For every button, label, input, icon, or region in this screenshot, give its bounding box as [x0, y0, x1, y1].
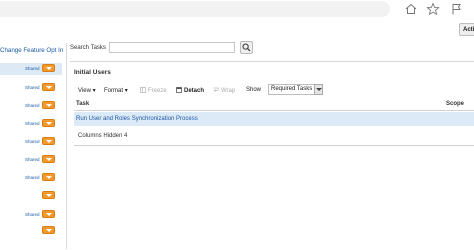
edit-dropdown-button[interactable] [42, 137, 55, 145]
address-bar[interactable] [0, 1, 390, 17]
divider [74, 145, 474, 146]
wrap-button[interactable]: Wrap [213, 87, 235, 94]
view-menu-label: View [78, 88, 91, 94]
feature-row[interactable] [0, 190, 62, 202]
edit-dropdown-button[interactable] [42, 155, 55, 163]
feature-row[interactable]: Shared [0, 100, 62, 112]
region-title: Initial Users [74, 69, 111, 76]
freeze-button[interactable]: Freeze [140, 87, 167, 94]
column-header-scope[interactable]: Scope [446, 101, 464, 107]
edit-dropdown-button[interactable] [42, 226, 55, 234]
chevron-down-icon[interactable] [314, 84, 323, 95]
freeze-label: Freeze [148, 88, 167, 94]
table-row[interactable]: Run User and Roles Synchronization Proce… [74, 112, 474, 126]
table-header: Task Scope [74, 99, 474, 111]
shared-label: Shared [25, 121, 40, 126]
edit-dropdown-button[interactable] [42, 191, 55, 199]
detach-button[interactable]: Detach [176, 87, 204, 94]
shared-label: Shared [25, 157, 40, 162]
feature-row[interactable]: Shared [0, 209, 62, 221]
home-icon[interactable] [404, 2, 418, 16]
feature-row[interactable]: Shared [0, 118, 62, 130]
caret-down-icon: ▾ [92, 88, 96, 94]
shared-label: Shared [25, 175, 40, 180]
columns-hidden-status: Columns Hidden 4 [78, 133, 128, 139]
star-icon[interactable] [426, 2, 440, 16]
feature-row[interactable]: Shared [0, 136, 62, 148]
search-tasks-input[interactable] [109, 42, 235, 53]
shared-label: Shared [25, 103, 40, 108]
detach-icon [176, 87, 182, 93]
format-menu[interactable]: Format ▾ [104, 87, 128, 94]
flag-icon[interactable] [449, 2, 463, 16]
task-link[interactable]: Run User and Roles Synchronization Proce… [76, 116, 198, 122]
feature-opt-in-panel: Change Feature Opt In Shared Shared Shar… [0, 43, 67, 249]
detach-label: Detach [184, 88, 205, 94]
freeze-icon [140, 87, 146, 93]
wrap-label: Wrap [221, 88, 236, 94]
shared-label: Shared [25, 139, 40, 144]
caret-down-icon: ▾ [124, 88, 128, 94]
show-label: Show [246, 87, 262, 93]
shared-label: Shared [25, 66, 40, 71]
edit-dropdown-button[interactable] [42, 101, 55, 109]
edit-dropdown-button[interactable] [42, 64, 55, 72]
table-toolbar: View ▾ Format ▾ Freeze Detach Wrap Show … [74, 84, 470, 96]
initial-users-region: Initial Users View ▾ Format ▾ Freeze Det… [70, 61, 474, 250]
view-menu[interactable]: View ▾ [78, 87, 96, 94]
feature-row[interactable]: Shared [0, 63, 62, 75]
edit-dropdown-button[interactable] [42, 119, 55, 127]
format-menu-label: Format [104, 88, 124, 94]
edit-dropdown-button[interactable] [42, 83, 55, 91]
actions-button[interactable]: Acti [459, 23, 474, 36]
search-button[interactable] [240, 41, 253, 54]
wrap-icon [213, 87, 219, 93]
feature-row[interactable]: Shared [0, 154, 62, 166]
feature-row[interactable]: Shared [0, 82, 62, 94]
search-tasks-label: Search Tasks [70, 45, 106, 51]
feature-row[interactable]: Shared [0, 172, 62, 184]
column-header-task[interactable]: Task [76, 101, 89, 107]
shared-label: Shared [25, 212, 40, 217]
search-icon [242, 43, 251, 52]
browser-toolbar [0, 0, 474, 22]
edit-dropdown-button[interactable] [42, 173, 55, 181]
feature-row[interactable] [0, 225, 62, 237]
edit-dropdown-button[interactable] [42, 210, 55, 218]
change-feature-opt-in-link[interactable]: Change Feature Opt In [0, 47, 63, 54]
shared-label: Shared [25, 85, 40, 90]
